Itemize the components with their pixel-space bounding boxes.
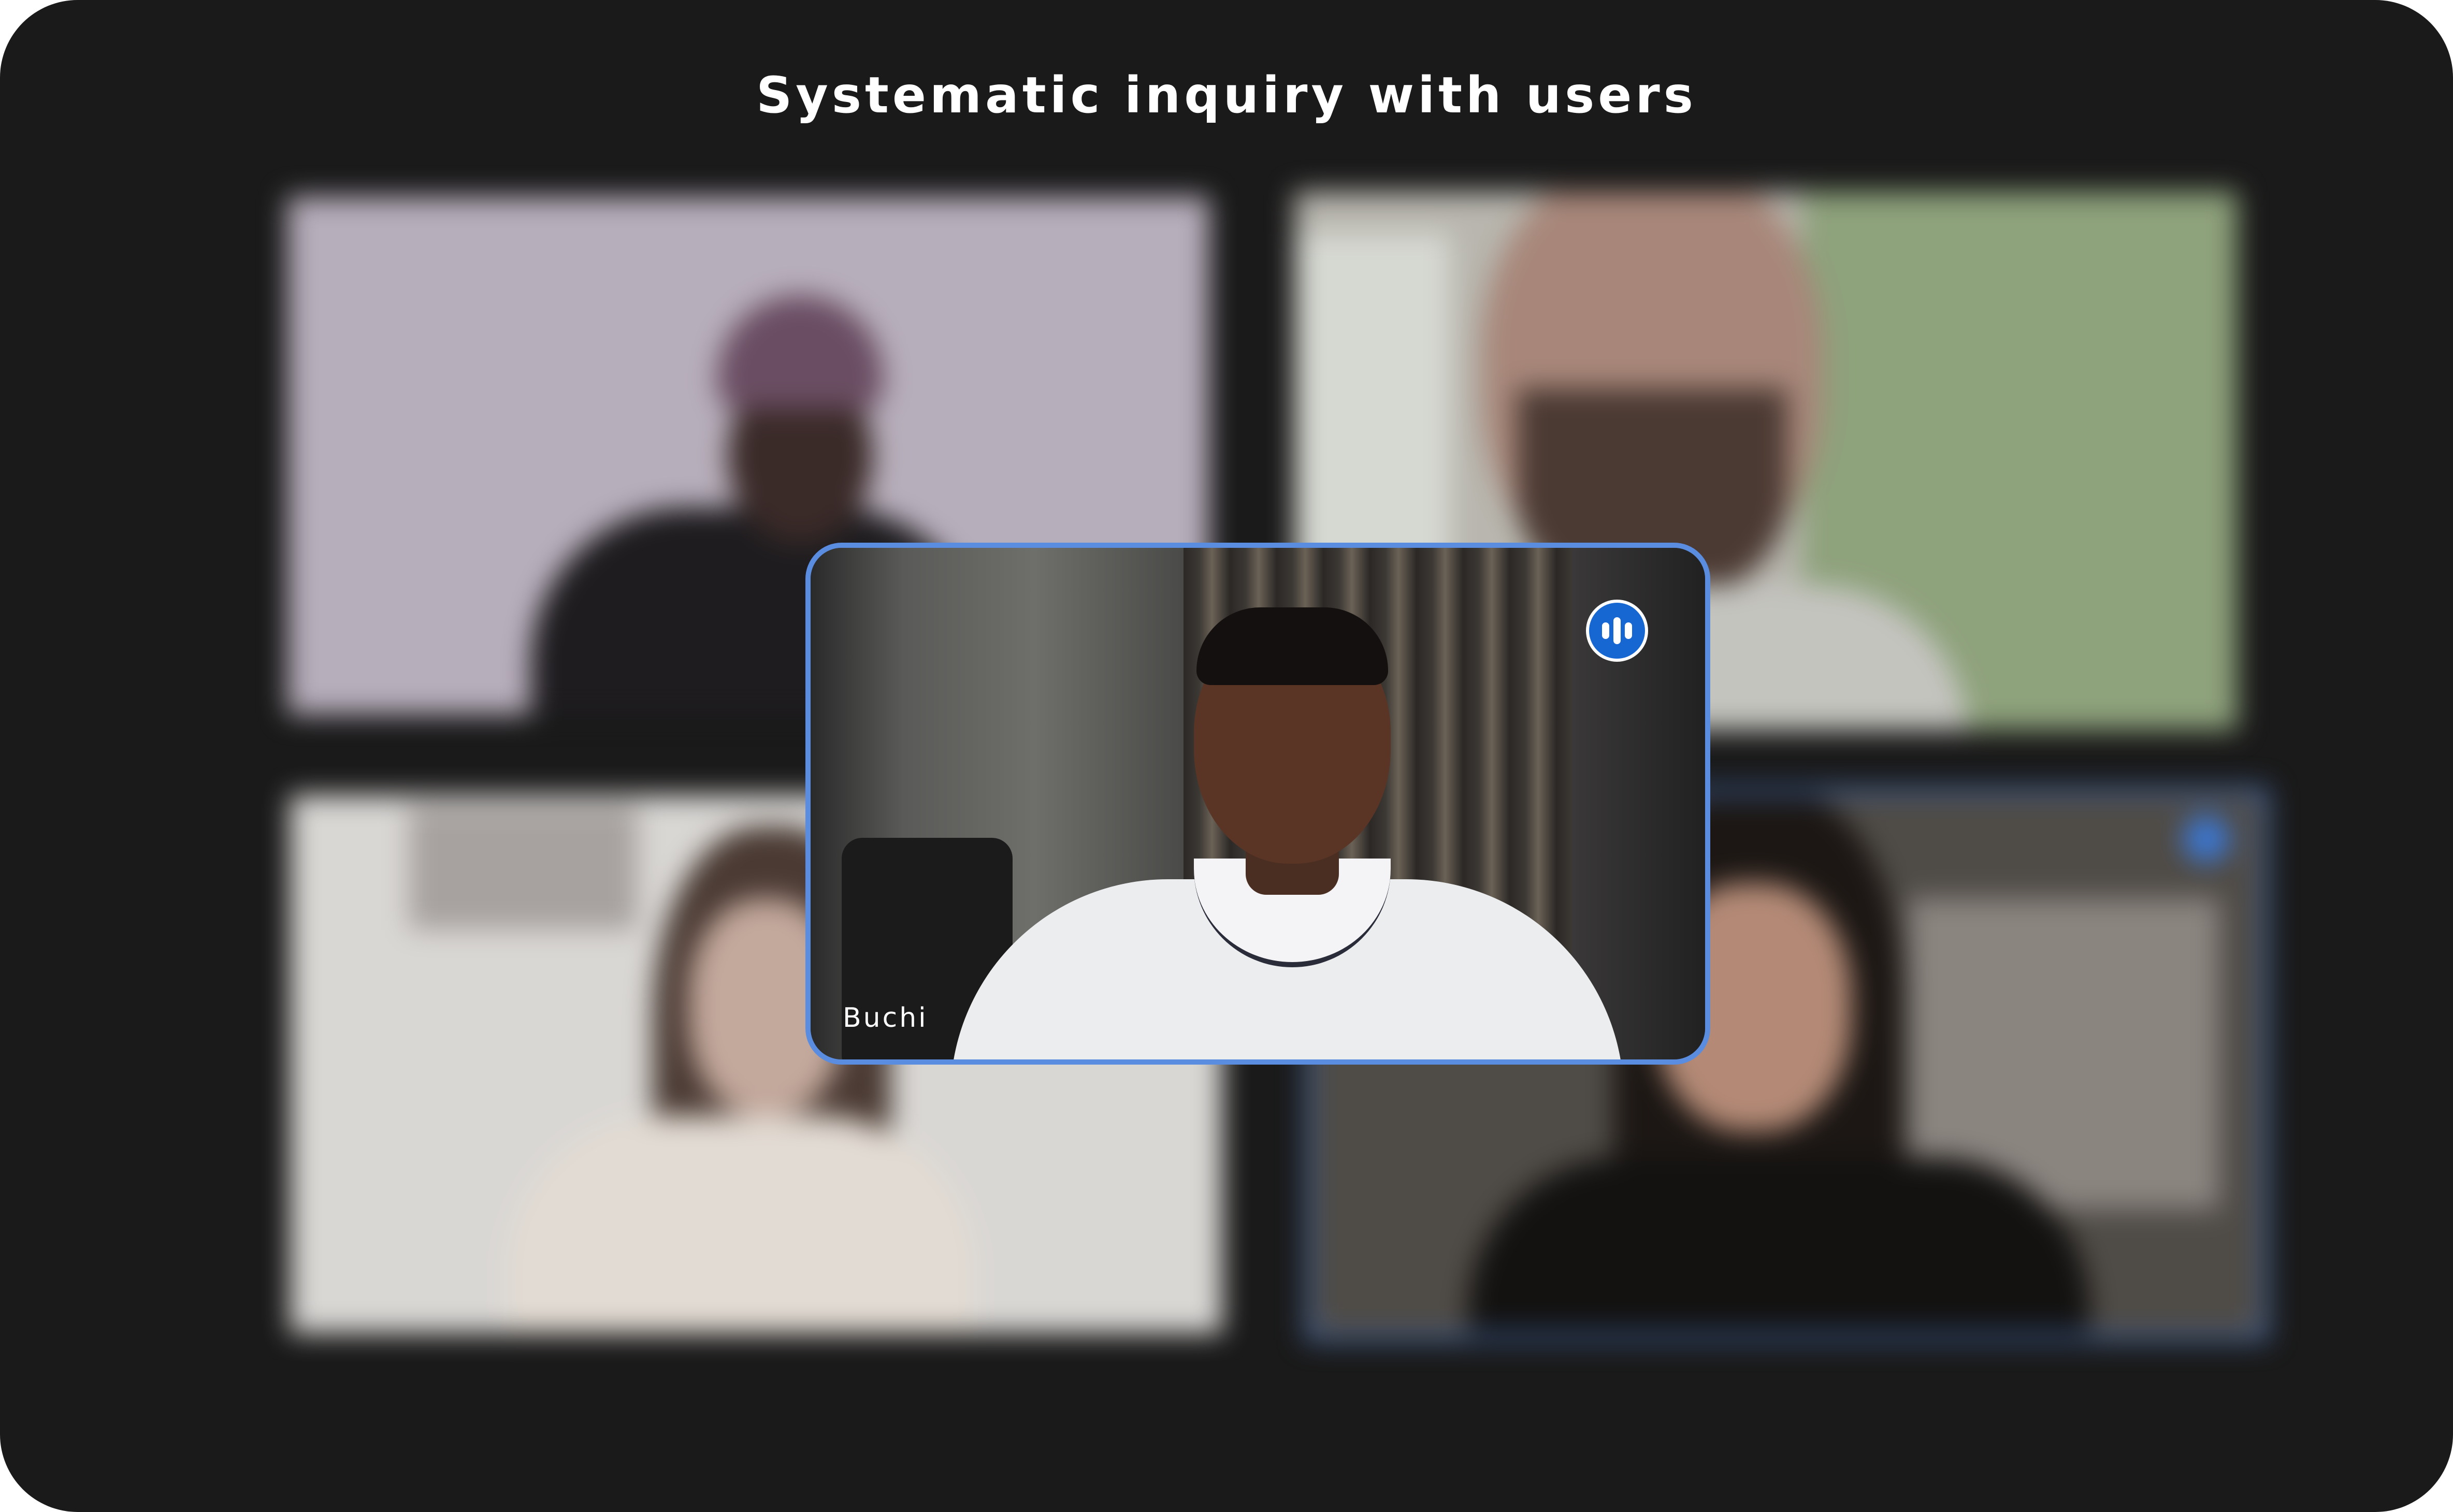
audio-wave-icon	[1586, 600, 1648, 662]
wall-frame	[409, 805, 637, 929]
participant-cap	[717, 295, 883, 409]
window-light	[1295, 233, 1450, 595]
speaking-indicator-blurred	[2183, 816, 2230, 862]
participant-top	[508, 1116, 974, 1333]
participant-hair	[1196, 607, 1388, 685]
meeting-panel: Systematic inquiry with users Buchi	[0, 0, 2453, 1512]
focused-participant-tile[interactable]: Buchi	[805, 543, 1710, 1065]
page-title: Systematic inquiry with users	[756, 66, 1697, 124]
participant-top	[1468, 1157, 2090, 1333]
participant-name-label: Buchi	[843, 1002, 928, 1034]
